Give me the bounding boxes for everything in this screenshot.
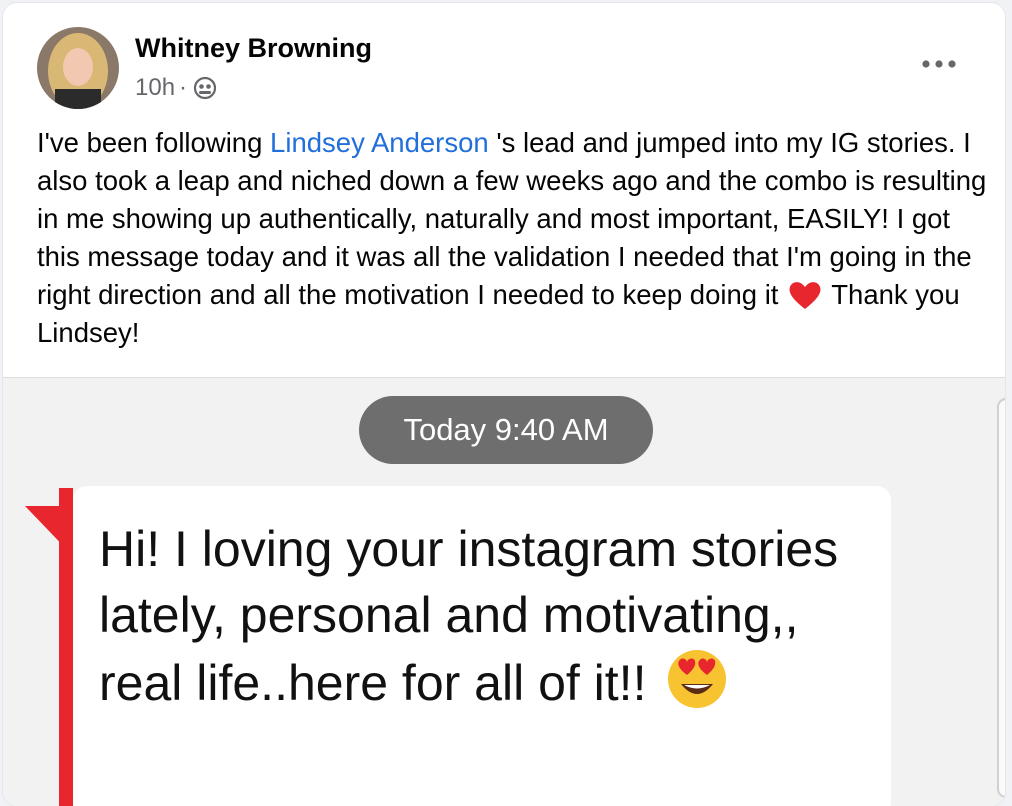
post-time[interactable]: 10h xyxy=(135,74,175,102)
meta-separator: · xyxy=(179,74,188,101)
more-options-button[interactable] xyxy=(915,47,963,83)
post-card: Whitney Browning 10h · I've been followi… xyxy=(3,3,1005,806)
post-text: I've been following Lindsey Anderson 's … xyxy=(37,124,987,352)
post-meta: 10h · xyxy=(135,74,217,102)
author-name[interactable]: Whitney Browning xyxy=(135,33,372,64)
heart-eyes-emoji-icon xyxy=(666,648,728,710)
red-heart-icon xyxy=(788,280,822,310)
mention-link[interactable]: Lindsey Anderson xyxy=(270,127,489,158)
message-bubble: Hi! I loving your instagram stories late… xyxy=(73,486,891,806)
message-timestamp: Today 9:40 AM xyxy=(359,396,653,464)
author-avatar[interactable] xyxy=(37,27,119,109)
message-text: Hi! I loving your instagram stories late… xyxy=(99,516,889,716)
next-image-edge[interactable] xyxy=(997,398,1005,798)
more-options-icon xyxy=(921,56,957,74)
public-globe-icon[interactable] xyxy=(193,76,217,100)
message-tail-icon xyxy=(25,506,73,556)
post-text-start: I've been following xyxy=(37,127,271,158)
message-screenshot-image[interactable]: Today 9:40 AM Hi! I loving your instagra… xyxy=(3,377,1005,806)
